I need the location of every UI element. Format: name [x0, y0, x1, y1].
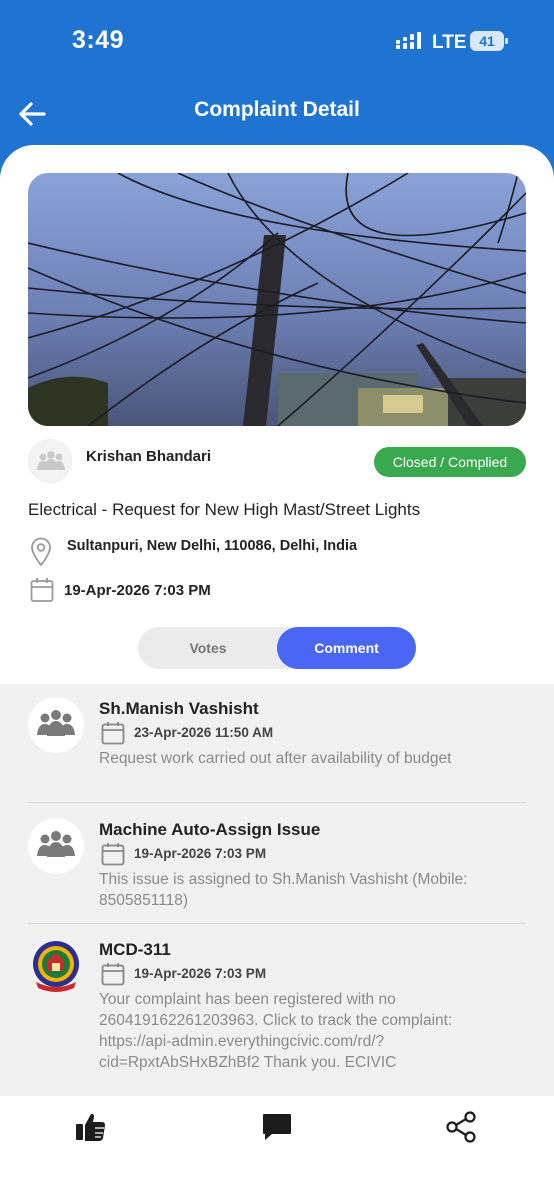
- battery-icon: 41: [470, 31, 508, 51]
- complaint-photo[interactable]: [28, 173, 526, 426]
- tab-comment[interactable]: Comment: [277, 627, 416, 669]
- status-time: 3:49: [72, 26, 125, 54]
- comment-author: MCD-311: [99, 940, 171, 959]
- comment-date: 19-Apr-2026 7:03 PM: [134, 966, 267, 981]
- users-group-icon: [37, 451, 65, 470]
- battery-level: 41: [479, 33, 495, 49]
- page-title: Complaint Detail: [194, 98, 360, 121]
- reporter-avatar: [28, 439, 72, 483]
- location-pin-icon: [31, 537, 51, 567]
- complaint-location: Sultanpuri, New Delhi, 110086, Delhi, In…: [67, 538, 358, 554]
- calendar-icon: [101, 722, 125, 745]
- network-label: LTE: [432, 32, 467, 53]
- users-group-icon: [37, 831, 75, 857]
- status-badge: Closed / Complied: [374, 447, 526, 477]
- calendar-icon: [101, 963, 125, 986]
- calendar-icon: [101, 843, 125, 866]
- reporter-name: Krishan Bhandari: [86, 448, 212, 465]
- mcd-logo-icon: [33, 941, 79, 992]
- comment-text: Your complaint has been registered with …: [99, 991, 453, 1071]
- complaint-category: Electrical - Request for New High Mast/S…: [28, 500, 421, 519]
- bottom-action-bar: [0, 1096, 554, 1200]
- comments-list[interactable]: Sh.Manish Vashisht 23-Apr-2026 11:50 AM …: [0, 684, 554, 1096]
- complaint-card: Krishan Bhandari Closed / Complied Elect…: [0, 145, 554, 1200]
- comment-icon[interactable]: [260, 1110, 294, 1144]
- tab-votes[interactable]: Votes: [138, 627, 278, 669]
- comment-date: 19-Apr-2026 7:03 PM: [134, 846, 267, 861]
- users-group-icon: [37, 710, 75, 736]
- calendar-icon: [30, 578, 54, 602]
- comment-avatar: [28, 818, 84, 874]
- complaint-date: 19-Apr-2026 7:03 PM: [64, 582, 211, 599]
- comment-author: Machine Auto-Assign Issue: [99, 820, 321, 839]
- comment-avatar: [28, 697, 84, 753]
- signal-icon: [396, 32, 421, 49]
- app-header: Complaint Detail: [0, 80, 554, 150]
- tab-switcher: Votes Comment: [138, 627, 416, 669]
- status-bar: 3:49 LTE 41: [0, 0, 554, 80]
- share-icon[interactable]: [444, 1110, 478, 1144]
- comment-author: Sh.Manish Vashisht: [99, 699, 259, 718]
- comment-divider: [28, 923, 525, 924]
- comment-divider: [28, 802, 525, 803]
- comment-text: Request work carried out after availabil…: [99, 750, 452, 767]
- comment-text: This issue is assigned to Sh.Manish Vash…: [99, 871, 468, 909]
- comment-date: 23-Apr-2026 11:50 AM: [134, 725, 274, 740]
- thumbs-up-icon[interactable]: [74, 1110, 108, 1144]
- mcd-logo: [28, 938, 84, 994]
